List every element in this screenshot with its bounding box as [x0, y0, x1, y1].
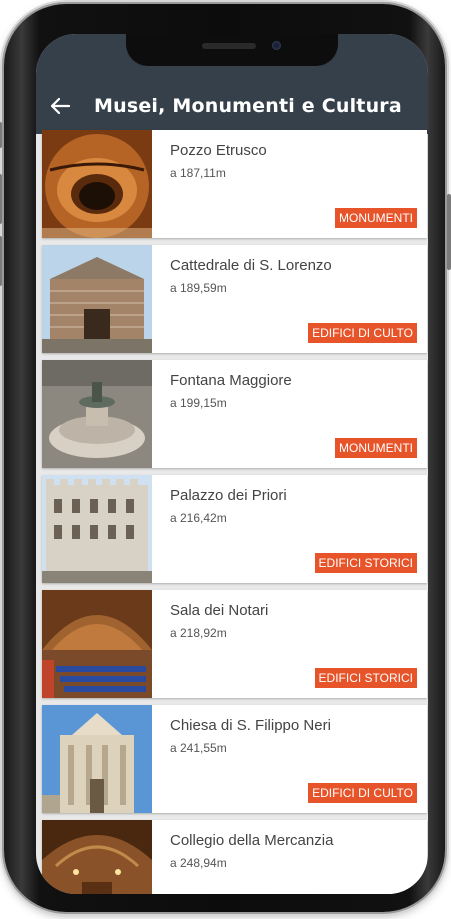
- phone-frame: Musei, Monumenti e Cultura Pozzo Etrusco…: [0, 4, 451, 912]
- category-badge: MONUMENTI: [335, 438, 417, 458]
- hall-photo: [42, 590, 152, 698]
- place-name: Chiesa di S. Filippo Neri: [170, 717, 331, 734]
- category-badge: EDIFICI DI CULTO: [308, 323, 417, 343]
- place-name: Collegio della Mercanzia: [170, 832, 334, 849]
- place-card[interactable]: Sala dei Notari a 218,92m EDIFICI STORIC…: [42, 590, 427, 698]
- place-card[interactable]: Palazzo dei Priori a 216,42m EDIFICI STO…: [42, 475, 427, 583]
- place-card[interactable]: Chiesa di S. Filippo Neri a 241,55m EDIF…: [42, 705, 427, 813]
- camera: [272, 41, 281, 50]
- place-name: Pozzo Etrusco: [170, 142, 267, 159]
- power-button: [447, 194, 451, 270]
- place-name: Cattedrale di S. Lorenzo: [170, 257, 332, 274]
- church-photo: [42, 705, 152, 813]
- place-name: Palazzo dei Priori: [170, 487, 287, 504]
- category-badge: EDIFICI STORICI: [314, 668, 417, 688]
- place-card[interactable]: Pozzo Etrusco a 187,11m MONUMENTI: [42, 130, 427, 238]
- app-bar: Musei, Monumenti e Cultura: [36, 78, 428, 134]
- page-title: Musei, Monumenti e Cultura: [94, 95, 402, 117]
- category-badge: EDIFICI STORICI: [314, 553, 417, 573]
- arrow-left-icon[interactable]: [36, 78, 84, 134]
- place-distance: a 187,11m: [170, 166, 226, 180]
- category-badge: EDIFICI DI CULTO: [308, 783, 417, 803]
- etruscan-well-photo: [42, 130, 152, 238]
- volume-down-button: [0, 236, 2, 286]
- palace-photo: [42, 475, 152, 583]
- place-distance: a 216,42m: [170, 511, 227, 525]
- place-card[interactable]: Collegio della Mercanzia a 248,94m: [42, 820, 427, 894]
- cathedral-photo: [42, 245, 152, 353]
- place-card[interactable]: Fontana Maggiore a 199,15m MONUMENTI: [42, 360, 427, 468]
- place-distance: a 189,59m: [170, 281, 227, 295]
- speaker: [202, 43, 256, 49]
- notch: [126, 34, 338, 66]
- category-badge: MONUMENTI: [335, 208, 417, 228]
- place-name: Fontana Maggiore: [170, 372, 292, 389]
- fountain-photo: [42, 360, 152, 468]
- place-name: Sala dei Notari: [170, 602, 269, 619]
- screen: Musei, Monumenti e Cultura Pozzo Etrusco…: [36, 34, 428, 894]
- place-distance: a 199,15m: [170, 396, 227, 410]
- place-card[interactable]: Cattedrale di S. Lorenzo a 189,59m EDIFI…: [42, 245, 427, 353]
- collegio-photo: [42, 820, 152, 894]
- place-distance: a 241,55m: [170, 741, 227, 755]
- volume-up-button: [0, 174, 2, 224]
- place-distance: a 218,92m: [170, 626, 227, 640]
- silent-switch: [0, 122, 2, 148]
- place-distance: a 248,94m: [170, 856, 227, 870]
